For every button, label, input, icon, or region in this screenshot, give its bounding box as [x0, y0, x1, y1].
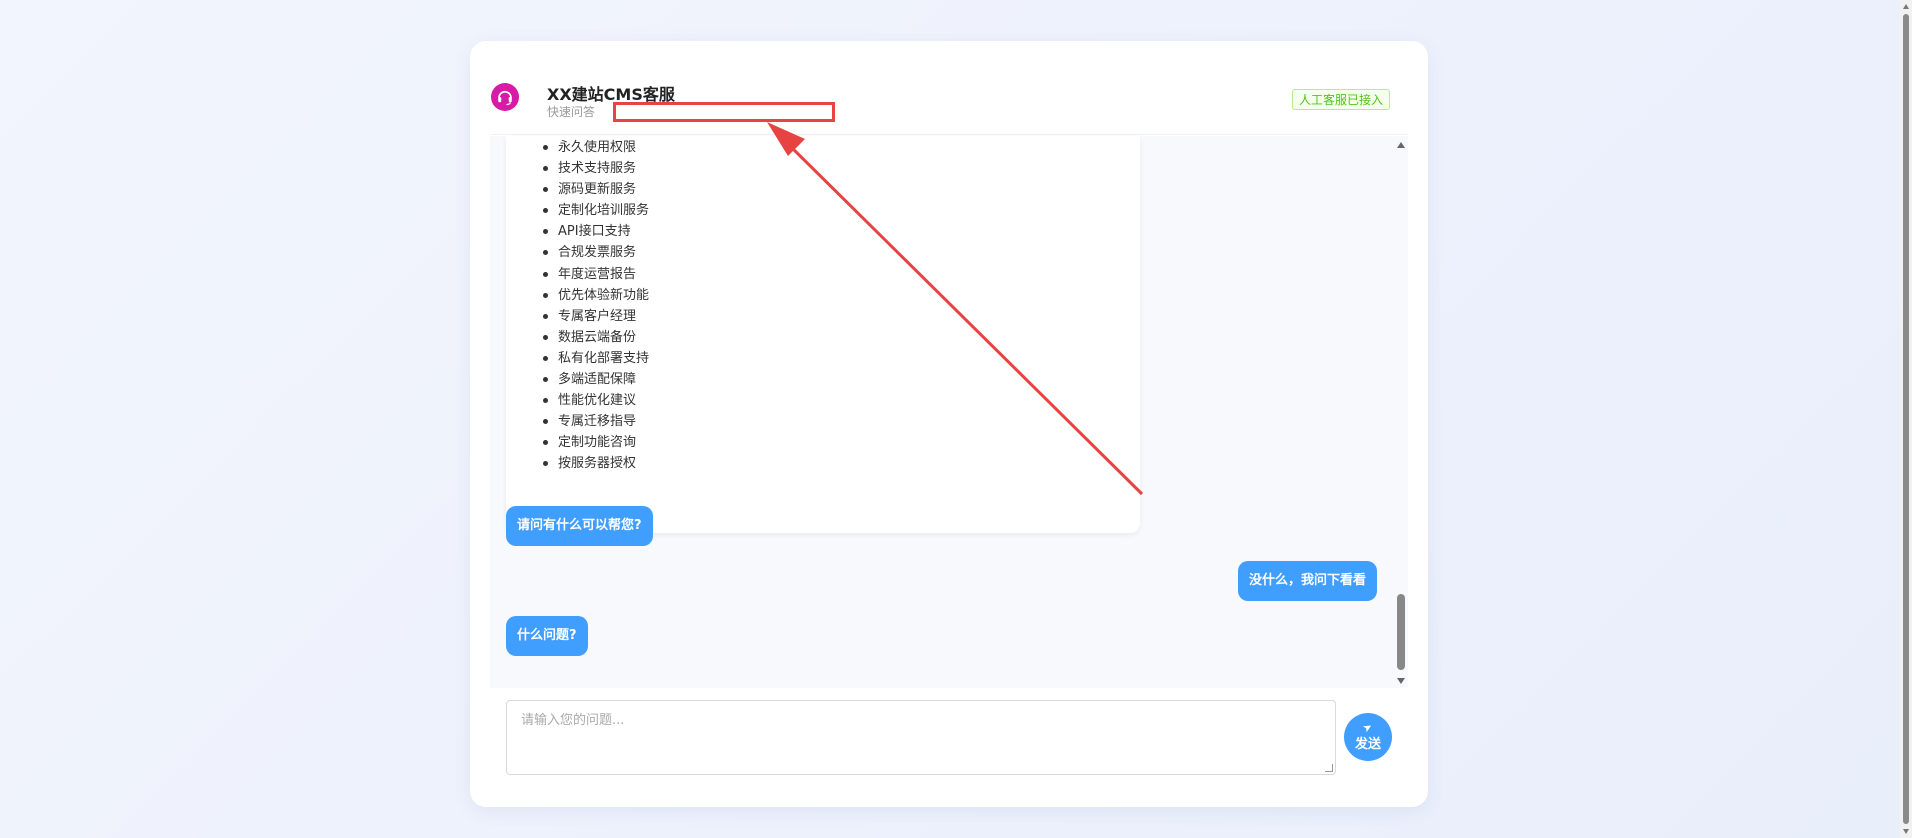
page-subtitle: 快速问答: [547, 105, 596, 119]
headset-icon: [491, 83, 519, 111]
question-input-wrapper: [506, 700, 1336, 775]
message-scroll-down-icon[interactable]: [1397, 678, 1405, 684]
send-button-label: 发送: [1354, 737, 1381, 752]
list-item: 合规发票服务: [542, 242, 649, 263]
list-item: 性能优化建议: [542, 390, 649, 411]
message-scroll-thumb[interactable]: [1397, 594, 1405, 670]
bot-message-greeting: 请问有什么可以帮您?: [506, 506, 653, 546]
page-scroll-down-icon[interactable]: [1903, 829, 1909, 834]
chat-window: XX建站CMS客服 快速问答 人工客服已接入 永久使用权限 技术支持服务 源码更…: [470, 41, 1428, 807]
list-item: 技术支持服务: [542, 158, 649, 179]
list-item: 源码更新服务: [542, 179, 649, 200]
list-item: 数据云端备份: [542, 327, 649, 348]
list-item: 私有化部署支持: [542, 348, 649, 369]
message-scrollbar[interactable]: [1395, 136, 1407, 688]
resize-handle-icon[interactable]: [1325, 764, 1333, 772]
service-list-bubble: 永久使用权限 技术支持服务 源码更新服务 定制化培训服务 API接口支持 合规发…: [506, 136, 1140, 533]
list-item: API接口支持: [542, 221, 649, 242]
list-item: 永久使用权限: [542, 137, 649, 158]
page-scroll-thumb[interactable]: [1903, 14, 1909, 824]
list-item: 优先体验新功能: [542, 285, 649, 306]
page-scroll-up-icon[interactable]: [1903, 4, 1909, 9]
status-badge: 人工客服已接入: [1292, 89, 1391, 110]
annotation-highlight-box: [613, 102, 835, 122]
user-message: 没什么，我问下看看: [1237, 561, 1377, 601]
service-list: 永久使用权限 技术支持服务 源码更新服务 定制化培训服务 API接口支持 合规发…: [542, 140, 649, 475]
list-item: 多端适配保障: [542, 369, 649, 390]
send-button[interactable]: ➤ 发送: [1344, 713, 1392, 761]
list-item: 专属迁移指导: [542, 411, 649, 432]
list-item: 按服务器授权: [542, 453, 649, 474]
list-item: 定制化培训服务: [542, 200, 649, 221]
message-scroll-up-icon[interactable]: [1397, 142, 1405, 148]
list-item: 专属客户经理: [542, 306, 649, 327]
bot-message-followup: 什么问题?: [506, 616, 588, 656]
page-scrollbar[interactable]: [1900, 0, 1912, 838]
list-item: 定制功能咨询: [542, 432, 649, 453]
list-item: 年度运营报告: [542, 264, 649, 285]
question-input[interactable]: [507, 701, 1335, 774]
